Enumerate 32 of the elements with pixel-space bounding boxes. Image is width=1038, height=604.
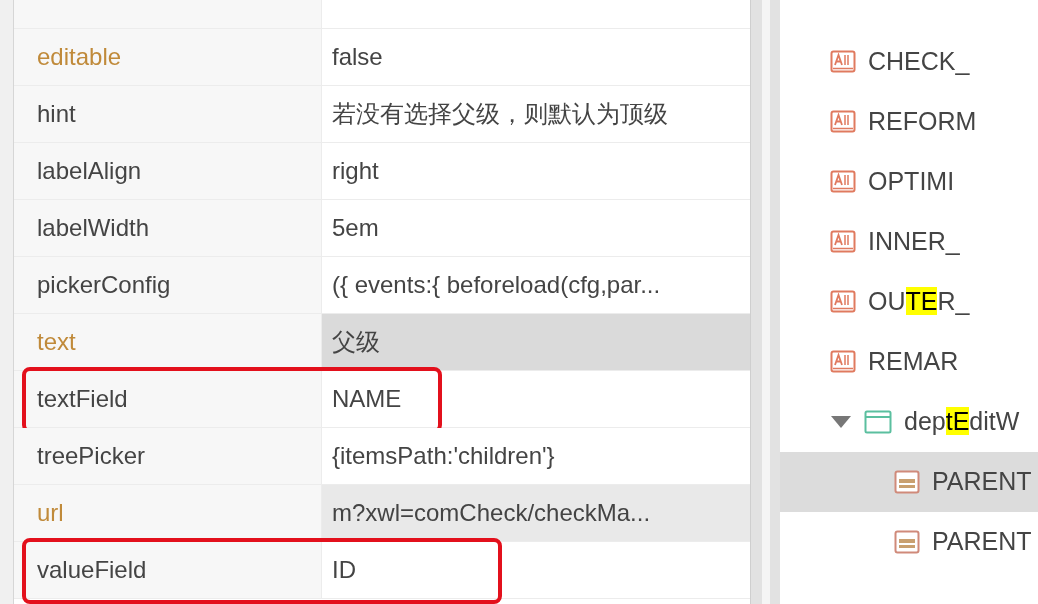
property-name: labelAlign xyxy=(14,143,322,199)
tree-item-label: REFORM xyxy=(868,106,977,138)
property-value[interactable]: m?xwl=comCheck/checkMa... xyxy=(322,485,750,541)
property-name: pickerConfig xyxy=(14,257,322,313)
text-field-icon xyxy=(830,109,856,135)
combo-box-icon xyxy=(894,529,920,555)
property-value[interactable]: 父级 xyxy=(322,314,750,370)
property-name: valueField xyxy=(14,542,322,598)
tree-item-label: PARENT xyxy=(932,466,1032,498)
text-field-icon xyxy=(830,289,856,315)
window-icon xyxy=(864,409,892,435)
tree-item-label: OUTER_ xyxy=(868,286,970,318)
text-field-icon xyxy=(830,229,856,255)
property-name: hint xyxy=(14,86,322,142)
combo-box-icon xyxy=(894,469,920,495)
property-name: editable xyxy=(14,29,322,85)
property-name: labelWidth xyxy=(14,200,322,256)
tree-item-label: PARENT xyxy=(932,526,1032,558)
text-field-icon xyxy=(830,169,856,195)
tree-item-label: REMAR xyxy=(868,346,959,378)
tree-item-label: INNER_ xyxy=(868,226,960,258)
tree-item-label: OPTIMI xyxy=(868,166,955,198)
property-name: text xyxy=(14,314,322,370)
expanded-arrow-icon[interactable] xyxy=(830,415,852,429)
property-name: url xyxy=(14,485,322,541)
property-name: textField xyxy=(14,371,322,427)
property-name: treePicker xyxy=(14,428,322,484)
tree-item-label: CHECK_ xyxy=(868,46,970,78)
text-field-icon xyxy=(830,49,856,75)
text-field-icon xyxy=(830,349,856,375)
tree-item-label: deptEditW xyxy=(904,406,1020,438)
tree-item[interactable]: PARENT xyxy=(780,452,1038,512)
